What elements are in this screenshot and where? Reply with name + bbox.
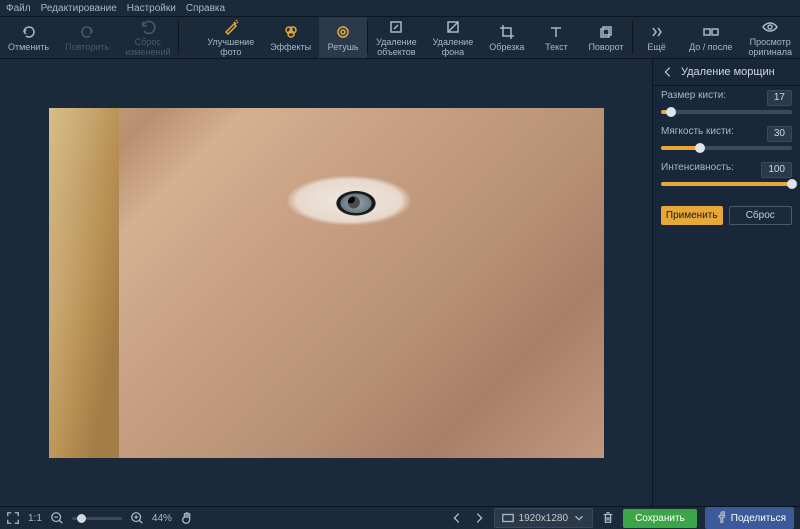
reset-icon: [140, 19, 156, 35]
view-original-button[interactable]: Просмотр оригинала: [740, 17, 800, 58]
intensity-value[interactable]: 100: [761, 162, 792, 178]
facebook-icon: [713, 511, 727, 525]
prev-image-icon[interactable]: [450, 511, 464, 525]
softness-value[interactable]: 30: [767, 126, 792, 142]
enhance-button[interactable]: Улучшение фото: [199, 17, 262, 58]
before-after-icon: [703, 24, 719, 40]
crop-icon: [499, 24, 515, 40]
back-icon[interactable]: [661, 65, 675, 79]
text-icon: [548, 24, 564, 40]
toolbar-divider: [178, 21, 179, 54]
redo-button[interactable]: Повторить: [57, 17, 117, 58]
retouch-button[interactable]: Ретушь: [319, 17, 367, 58]
next-image-icon[interactable]: [472, 511, 486, 525]
fullscreen-icon[interactable]: [6, 511, 20, 525]
workspace: Удаление морщин Размер кисти: 17 Мягкост…: [0, 59, 800, 506]
menu-settings[interactable]: Настройки: [127, 3, 176, 14]
softness-slider[interactable]: [661, 146, 792, 150]
effects-button[interactable]: Эффекты: [262, 17, 319, 58]
remove-bg-button[interactable]: Удаление фона: [425, 17, 482, 58]
effects-icon: [283, 24, 299, 40]
remove-objects-button[interactable]: Удаление объектов: [368, 17, 425, 58]
reset-changes-button[interactable]: Сброс изменений: [117, 17, 178, 58]
brush-size-label: Размер кисти:: [661, 90, 726, 106]
dimensions-display[interactable]: 1920x1280: [494, 508, 594, 528]
undo-button[interactable]: Отменить: [0, 17, 57, 58]
chevron-down-icon: [572, 511, 586, 525]
zoom-value: 44%: [152, 513, 172, 524]
remove-objects-icon: [388, 19, 404, 35]
crop-button[interactable]: Обрезка: [481, 17, 532, 58]
intensity-label: Интенсивность:: [661, 162, 734, 178]
softness-label: Мягкость кисти:: [661, 126, 734, 142]
zoom-out-icon[interactable]: [50, 511, 64, 525]
zoom-slider[interactable]: [72, 517, 122, 520]
zoom-in-icon[interactable]: [130, 511, 144, 525]
main-toolbar: Отменить Повторить Сброс изменений Улучш…: [0, 17, 800, 59]
panel-title: Удаление морщин: [681, 66, 775, 78]
brush-softness-row: Мягкость кисти: 30: [653, 122, 800, 158]
delete-icon[interactable]: [601, 511, 615, 525]
redo-icon: [79, 24, 95, 40]
hand-tool-icon[interactable]: [180, 511, 194, 525]
remove-bg-icon: [445, 19, 461, 35]
apply-button[interactable]: Применить: [661, 206, 723, 225]
more-button[interactable]: Ещё: [633, 17, 681, 58]
photo-canvas[interactable]: [49, 108, 604, 458]
status-bar: 1:1 44% 1920x1280 Сохранить Поделиться: [0, 506, 800, 529]
retouch-panel: Удаление морщин Размер кисти: 17 Мягкост…: [652, 59, 800, 506]
before-after-button[interactable]: До / после: [681, 17, 740, 58]
menu-help[interactable]: Справка: [186, 3, 225, 14]
rotate-icon: [598, 24, 614, 40]
more-icon: [649, 24, 665, 40]
brush-size-value[interactable]: 17: [767, 90, 792, 106]
share-button[interactable]: Поделиться: [705, 507, 794, 529]
dimensions-icon: [501, 511, 515, 525]
panel-reset-button[interactable]: Сброс: [729, 206, 793, 225]
canvas-area[interactable]: [0, 59, 652, 506]
enhance-icon: [223, 19, 239, 35]
retouch-icon: [335, 24, 351, 40]
brush-size-row: Размер кисти: 17: [653, 86, 800, 122]
menu-file[interactable]: Файл: [6, 3, 31, 14]
save-button[interactable]: Сохранить: [623, 509, 697, 528]
fit-label[interactable]: 1:1: [28, 513, 42, 524]
text-button[interactable]: Текст: [532, 17, 580, 58]
intensity-slider[interactable]: [661, 182, 792, 186]
rotate-button[interactable]: Поворот: [580, 17, 631, 58]
brush-size-slider[interactable]: [661, 110, 792, 114]
intensity-row: Интенсивность: 100: [653, 158, 800, 194]
menu-edit[interactable]: Редактирование: [41, 3, 117, 14]
eye-icon: [762, 19, 778, 35]
undo-icon: [21, 24, 37, 40]
panel-header: Удаление морщин: [653, 59, 800, 86]
menu-bar: Файл Редактирование Настройки Справка: [0, 0, 800, 17]
